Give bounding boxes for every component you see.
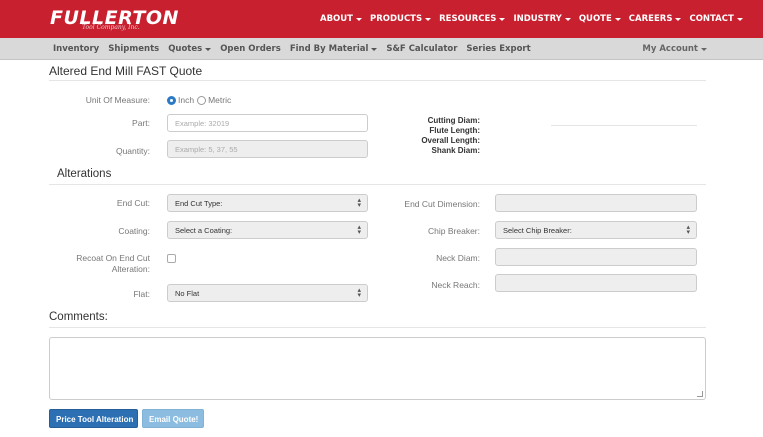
alterations-divider <box>49 184 706 185</box>
neck-reach-input[interactable] <box>495 274 697 292</box>
quantity-input[interactable]: Example: 5, 37, 55 <box>167 140 368 158</box>
recoat-checkbox[interactable] <box>167 254 176 263</box>
chevron-down-icon <box>371 47 378 51</box>
neck-diam-input[interactable] <box>495 248 697 266</box>
coating-select[interactable]: Select a Coating: ▴ ▾ <box>167 221 368 239</box>
tool-specs: Cutting Diam: Flute Length: Overall Leng… <box>400 116 480 156</box>
price-tool-alteration-button[interactable]: Price Tool Alteration <box>49 409 138 428</box>
logo-tagline: Tool Company, Inc. <box>82 24 140 31</box>
chevron-down-icon <box>614 17 621 21</box>
end-cut-select[interactable]: End Cut Type: ▴ ▾ <box>167 194 368 212</box>
top-nav-careers[interactable]: CAREERS <box>629 14 682 24</box>
unit-of-measure-label: Unit Of Measure: <box>85 95 150 105</box>
chevron-down-icon <box>499 17 506 21</box>
top-nav-products[interactable]: PRODUCTS <box>370 14 432 24</box>
comments-textarea[interactable] <box>49 337 706 400</box>
top-nav-resources[interactable]: RESOURCES <box>439 14 506 24</box>
end-cut-label: End Cut: <box>116 198 150 208</box>
resize-grip-icon[interactable] <box>697 391 703 397</box>
top-nav-bar: FULLERTON Tool Company, Inc. ABOUT PRODU… <box>0 0 763 38</box>
unit-metric-radio[interactable] <box>197 95 207 105</box>
unit-inch-label: Inch <box>178 95 195 105</box>
select-arrows-icon: ▴ ▾ <box>357 224 361 236</box>
flute-length-label: Flute Length: <box>429 126 480 135</box>
unit-metric-label: Metric <box>208 95 232 105</box>
chevron-down-icon <box>736 17 743 21</box>
coating-label: Coating: <box>118 226 150 236</box>
overall-length-label: Overall Length: <box>421 136 480 145</box>
shank-diam-label: Shank Diam: <box>431 146 480 155</box>
sub-nav-bar: Inventory Shipments Quotes Open Orders F… <box>0 38 763 60</box>
select-arrows-icon: ▴ ▾ <box>686 224 690 236</box>
top-nav-contact[interactable]: CONTACT <box>689 14 743 24</box>
title-divider <box>49 80 706 81</box>
comments-heading: Comments: <box>49 311 108 323</box>
sub-nav-open-orders[interactable]: Open Orders <box>220 44 281 54</box>
top-nav-industry[interactable]: INDUSTRY <box>513 14 571 24</box>
top-nav-about[interactable]: ABOUT <box>320 14 362 24</box>
cutting-diam-label: Cutting Diam: <box>427 116 480 125</box>
sub-nav-quotes[interactable]: Quotes <box>168 44 212 54</box>
chip-breaker-select[interactable]: Select Chip Breaker: ▴ ▾ <box>495 221 697 239</box>
part-input[interactable]: Example: 32019 <box>167 114 368 132</box>
my-account-menu[interactable]: My Account <box>642 44 707 54</box>
comments-divider <box>49 327 706 328</box>
chevron-down-icon <box>701 47 707 51</box>
select-arrows-icon: ▴ ▾ <box>357 197 361 209</box>
select-arrows-icon: ▴ ▾ <box>357 287 361 299</box>
page-title: Altered End Mill FAST Quote <box>49 64 203 78</box>
sub-nav-sf-calculator[interactable]: S&F Calculator <box>386 44 457 54</box>
part-label: Part: <box>132 118 150 128</box>
sub-nav-find-by-material[interactable]: Find By Material <box>290 44 378 54</box>
chevron-down-icon <box>355 17 362 21</box>
end-cut-dimension-input[interactable] <box>495 194 697 212</box>
sub-nav-shipments[interactable]: Shipments <box>108 44 159 54</box>
chevron-down-icon <box>205 47 212 51</box>
alterations-heading: Alterations <box>57 168 112 180</box>
neck-diam-label: Neck Diam: <box>436 253 480 263</box>
end-cut-dimension-label: End Cut Dimension: <box>404 199 480 209</box>
chevron-down-icon <box>675 17 682 21</box>
unit-inch-radio[interactable] <box>167 95 176 105</box>
spec-value-line <box>551 125 697 126</box>
neck-reach-label: Neck Reach: <box>431 280 480 290</box>
chevron-down-icon <box>564 17 571 21</box>
quantity-label: Quantity: <box>115 146 150 156</box>
chevron-down-icon <box>425 17 432 21</box>
flat-select[interactable]: No Flat ▴ ▾ <box>167 284 368 302</box>
recoat-label: Recoat On End Cut Alteration: <box>76 253 150 274</box>
chip-breaker-label: Chip Breaker: <box>428 226 480 236</box>
flat-label: Flat: <box>133 289 150 299</box>
unit-of-measure-group: Inch Metric <box>167 95 231 105</box>
top-nav-quote[interactable]: QUOTE <box>579 14 621 24</box>
email-quote-button[interactable]: Email Quote! <box>142 409 204 428</box>
top-nav: ABOUT PRODUCTS RESOURCES INDUSTRY QUOTE … <box>320 14 743 24</box>
sub-nav: Inventory Shipments Quotes Open Orders F… <box>53 44 540 54</box>
sub-nav-series-export[interactable]: Series Export <box>466 44 530 54</box>
sub-nav-inventory[interactable]: Inventory <box>53 44 99 54</box>
